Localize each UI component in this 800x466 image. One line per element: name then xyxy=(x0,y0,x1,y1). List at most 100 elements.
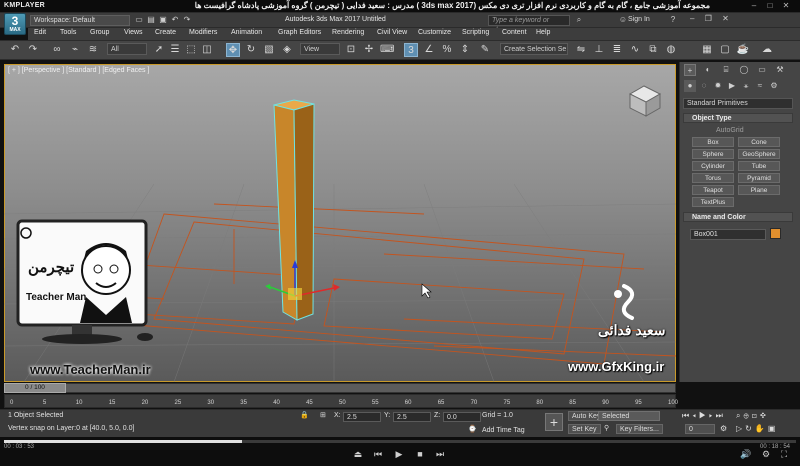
viewport-nav-controls-2[interactable]: ▷↻✋▣ xyxy=(736,424,778,433)
new-file-icon[interactable]: ▭ xyxy=(134,15,144,25)
object-name-field[interactable]: Box001 xyxy=(690,229,766,240)
display-tab-icon[interactable]: ▭ xyxy=(756,64,768,76)
curve-editor-icon[interactable]: ∿ xyxy=(628,43,642,57)
object-color-swatch[interactable] xyxy=(770,228,781,239)
teapot-button[interactable]: Teapot xyxy=(692,185,734,195)
window-crossing-icon[interactable]: ◫ xyxy=(200,43,214,57)
geosphere-button[interactable]: GeoSphere xyxy=(738,149,780,159)
app-close-icon[interactable]: ✕ xyxy=(722,14,733,23)
key-filters-button[interactable]: Key Filters... xyxy=(616,424,663,434)
time-tag-icon[interactable]: ⌚ xyxy=(468,425,477,433)
current-frame-field[interactable]: 0 xyxy=(685,424,715,434)
torus-button[interactable]: Torus xyxy=(692,173,734,183)
time-config-icon[interactable]: ⚙ xyxy=(720,424,727,433)
menu-group[interactable]: Group xyxy=(90,29,109,36)
a360-render-icon[interactable]: ☁ xyxy=(760,43,774,57)
name-and-color-rollout[interactable]: Name and Color xyxy=(683,212,793,222)
viewport-label[interactable]: [ + ] [Perspective ] [Standard ] [Edged … xyxy=(8,67,149,74)
menu-rendering[interactable]: Rendering xyxy=(332,29,364,36)
key-selection-dropdown[interactable]: Selected xyxy=(598,411,660,421)
space-warps-icon[interactable]: ≈ xyxy=(754,80,766,92)
autogrid-checkbox[interactable]: AutoGrid xyxy=(716,127,744,134)
undo-icon[interactable]: ↶ xyxy=(170,15,180,25)
box001-object[interactable] xyxy=(273,99,315,321)
time-slider[interactable]: 0 / 100 xyxy=(4,383,66,393)
utilities-tab-icon[interactable]: ⚒ xyxy=(774,64,786,76)
x-coordinate-field[interactable]: 2.5 xyxy=(343,412,381,422)
align-icon[interactable]: ⊥ xyxy=(592,43,606,57)
render-setup-icon[interactable]: ▦ xyxy=(700,43,714,57)
mirror-icon[interactable]: ⇋ xyxy=(574,43,588,57)
sign-in-link[interactable]: Sign In xyxy=(628,16,650,23)
viewport-nav-controls[interactable]: ⌕⊕⊡✥ xyxy=(736,411,769,421)
menu-create[interactable]: Create xyxy=(155,29,176,36)
redo-icon[interactable]: ↷ xyxy=(182,15,192,25)
unlink-icon[interactable]: ⌁ xyxy=(68,43,82,57)
render-production-icon[interactable]: ☕ xyxy=(736,43,750,57)
key-mode-icon[interactable]: ⚲ xyxy=(604,424,609,432)
bind-space-warp-icon[interactable]: ≋ xyxy=(86,43,100,57)
edit-named-selection-icon[interactable]: ✎ xyxy=(478,43,492,57)
placement-icon[interactable]: ◈ xyxy=(280,43,294,57)
geometry-icon[interactable]: ● xyxy=(684,80,696,92)
select-by-name-icon[interactable]: ☰ xyxy=(168,43,182,57)
layer-explorer-icon[interactable]: ≣ xyxy=(610,43,624,57)
select-and-rotate-icon[interactable]: ↻ xyxy=(244,43,258,57)
modify-tab-icon[interactable]: ◐ xyxy=(702,64,714,76)
helpers-icon[interactable]: ⚹ xyxy=(740,80,752,92)
maximize-icon[interactable]: □ xyxy=(764,0,776,12)
select-and-scale-icon[interactable]: ▧ xyxy=(262,43,276,57)
keyboard-shortcut-override-icon[interactable]: ⌨ xyxy=(380,43,394,57)
pivot-center-icon[interactable]: ⊡ xyxy=(344,43,358,57)
reference-coordinate-dropdown[interactable]: View xyxy=(300,43,340,55)
settings-icon[interactable]: ⚙ xyxy=(760,449,772,460)
redo-icon[interactable]: ↷ xyxy=(26,43,40,57)
viewcube-icon[interactable] xyxy=(628,85,662,117)
menu-customize[interactable]: Customize xyxy=(418,29,451,36)
shapes-icon[interactable]: ◌ xyxy=(698,80,710,92)
cone-button[interactable]: Cone xyxy=(738,137,780,147)
angle-snap-icon[interactable]: ∠ xyxy=(422,43,436,57)
object-type-rollout[interactable]: Object Type xyxy=(683,113,793,123)
menu-content[interactable]: Content xyxy=(502,29,527,36)
playback-controls[interactable]: ⏮◂▶▸⏭ xyxy=(682,411,726,421)
select-object-icon[interactable]: ➚ xyxy=(152,43,166,57)
lock-selection-icon[interactable]: 🔒 xyxy=(300,411,309,419)
select-and-move-icon[interactable]: ✥ xyxy=(226,43,240,57)
schematic-view-icon[interactable]: ⧉ xyxy=(646,43,660,57)
sphere-button[interactable]: Sphere xyxy=(692,149,734,159)
close-icon[interactable]: ✕ xyxy=(780,0,792,12)
create-tab-icon[interactable]: + xyxy=(684,64,696,76)
motion-tab-icon[interactable]: ◯ xyxy=(738,64,750,76)
app-minimize-icon[interactable]: – xyxy=(690,14,698,23)
app-window-controls[interactable]: – ❐ ✕ xyxy=(690,14,733,23)
textplus-button[interactable]: TextPlus xyxy=(692,197,734,207)
fullscreen-icon[interactable]: ⛶ xyxy=(778,449,790,460)
search-input[interactable]: Type a keyword or phrase xyxy=(488,15,570,34)
search-icon[interactable]: ⌕ xyxy=(574,15,584,25)
set-key-button[interactable]: Set Key xyxy=(568,424,601,434)
cylinder-button[interactable]: Cylinder xyxy=(692,161,734,171)
plane-button[interactable]: Plane xyxy=(738,185,780,195)
workspace-dropdown[interactable]: Workspace: Default xyxy=(30,15,130,26)
rendered-frame-window-icon[interactable]: ▢ xyxy=(718,43,732,57)
menu-graph-editors[interactable]: Graph Editors xyxy=(278,29,321,36)
lights-icon[interactable]: ✹ xyxy=(712,80,724,92)
open-file-icon[interactable]: ▤ xyxy=(146,15,156,25)
y-coordinate-field[interactable]: 2.5 xyxy=(393,412,431,422)
application-menu-button[interactable]: 3 MAX xyxy=(4,13,26,35)
menu-views[interactable]: Views xyxy=(124,29,143,36)
prev-icon[interactable]: ⏮ xyxy=(372,449,384,460)
eject-icon[interactable]: ⏏ xyxy=(352,449,364,460)
absolute-mode-icon[interactable]: ⊞ xyxy=(320,411,326,419)
play-icon[interactable]: ▶ xyxy=(393,449,405,460)
menu-civil-view[interactable]: Civil View xyxy=(377,29,407,36)
next-icon[interactable]: ⏭ xyxy=(434,449,446,460)
menu-modifiers[interactable]: Modifiers xyxy=(189,29,217,36)
named-selection-dropdown[interactable]: Create Selection Se xyxy=(500,43,568,55)
systems-icon[interactable]: ⚙ xyxy=(768,80,780,92)
select-manipulate-icon[interactable]: ✢ xyxy=(362,43,376,57)
help-icon[interactable]: ? xyxy=(668,15,678,25)
cameras-icon[interactable]: ▶ xyxy=(726,80,738,92)
stop-icon[interactable]: ■ xyxy=(414,449,426,459)
